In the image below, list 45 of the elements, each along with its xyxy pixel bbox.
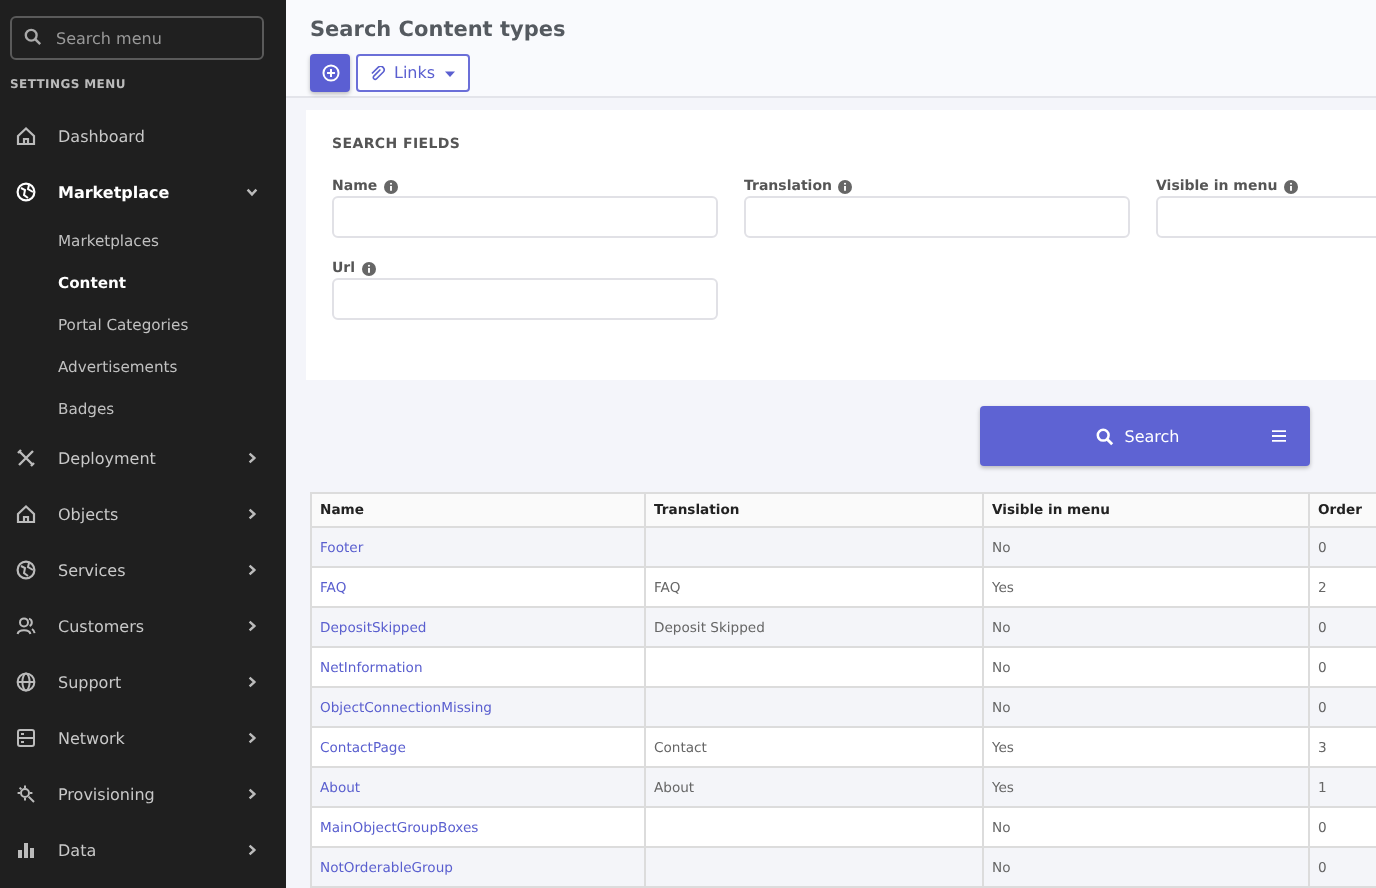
home-icon xyxy=(16,504,36,524)
tools-icon xyxy=(16,448,36,468)
globe-icon xyxy=(16,560,36,580)
users-icon xyxy=(16,616,36,636)
menu-item[interactable]: Marketplace xyxy=(0,164,286,220)
links-button[interactable]: Links xyxy=(356,54,470,92)
home-icon xyxy=(16,126,36,146)
search-icon xyxy=(1096,427,1115,445)
menu-item[interactable]: Services xyxy=(0,542,286,598)
caret-icon xyxy=(443,69,456,77)
chart-icon xyxy=(16,840,36,860)
input-field[interactable] xyxy=(332,196,718,239)
chevron-right-icon xyxy=(246,788,258,800)
plus-circle-icon xyxy=(321,64,339,82)
info-icon xyxy=(361,261,376,276)
search-field[interactable]: Search menu xyxy=(10,16,264,60)
chevron-right-icon xyxy=(246,844,258,856)
chevron-down-icon xyxy=(246,186,258,198)
chevron-right-icon xyxy=(246,508,258,520)
input-field[interactable] xyxy=(744,196,1130,239)
menu-item[interactable]: Network xyxy=(0,710,286,766)
menu-item[interactable]: Customers xyxy=(0,598,286,654)
search-button[interactable]: Search xyxy=(980,406,1310,466)
info-icon xyxy=(1283,179,1298,194)
add-button[interactable] xyxy=(310,54,350,92)
menu-item[interactable]: Deployment xyxy=(0,430,286,486)
menu-item[interactable]: Data xyxy=(0,822,286,878)
menu-item[interactable]: Support xyxy=(0,654,286,710)
menu-icon xyxy=(1272,430,1286,442)
server-icon xyxy=(16,728,36,748)
page-title: Search Content types xyxy=(310,18,568,42)
link-icon xyxy=(370,65,386,81)
chevron-right-icon xyxy=(246,620,258,632)
chevron-right-icon xyxy=(246,564,258,576)
info-icon xyxy=(838,179,852,194)
globe-icon xyxy=(16,672,36,692)
chevron-right-icon xyxy=(246,452,258,464)
menu-item[interactable]: Dashboard xyxy=(0,108,286,164)
chevron-right-icon xyxy=(246,732,258,744)
info-icon xyxy=(383,179,398,194)
menu-item[interactable]: Objects xyxy=(0,486,286,542)
menu-item[interactable]: Provisioning xyxy=(0,766,286,822)
chevron-right-icon xyxy=(246,676,258,688)
globe-icon xyxy=(16,182,36,202)
input-field[interactable] xyxy=(332,278,718,321)
